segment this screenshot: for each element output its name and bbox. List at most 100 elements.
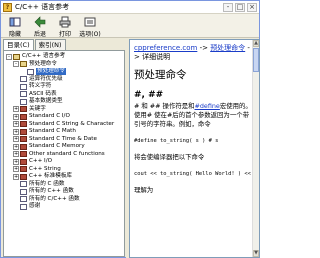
back-label: 后退 xyxy=(33,31,46,38)
back-button[interactable]: 后退 xyxy=(29,14,51,38)
contents-tree[interactable]: - C/C++ 语言参考 - 预处理命令 预处理命令 运算符优先级 转义字符 ASCII 码表… xyxy=(3,50,125,257)
open-book-icon xyxy=(20,61,27,68)
tree-item-label: 基本数据类型 xyxy=(29,98,63,105)
tree-item[interactable]: + C++ 标准模板库 xyxy=(4,173,124,181)
tree-item[interactable]: 预处理命令 xyxy=(4,68,124,76)
topic-page-icon xyxy=(20,203,27,210)
help-window: ? C/C++ 语言参考 - □ × 隐藏 后退 打印 选项(O) 目录(C) … xyxy=(0,0,260,258)
maximize-button[interactable]: □ xyxy=(235,2,245,12)
breadcrumb-site-link[interactable]: cppreference.com xyxy=(134,44,197,52)
tree-item-label: 所有的 C 函数 xyxy=(29,180,65,187)
expand-icon[interactable]: + xyxy=(13,166,19,173)
topic-page-icon xyxy=(20,83,27,90)
tree-item[interactable]: 基本数据类型 xyxy=(4,98,124,106)
description-text-start: # 和 ## 操作符是和 xyxy=(134,102,195,110)
collapse-icon[interactable]: - xyxy=(6,53,12,60)
topic-page-icon xyxy=(20,76,27,83)
topic-page-icon xyxy=(27,68,34,75)
tree-item[interactable]: + C++ String xyxy=(4,166,124,174)
description-paragraph: # 和 ## 操作符是和#define宏使用的。使用# 使在#后的首个参数返回为… xyxy=(134,102,252,129)
tree-item[interactable]: + C++ I/O xyxy=(4,158,124,166)
scroll-thumb[interactable] xyxy=(253,48,259,72)
breadcrumb: cppreference.com -> 预处理命令 -> 详细说明 xyxy=(134,44,252,62)
closed-book-icon xyxy=(20,106,27,113)
expand-icon[interactable]: + xyxy=(13,106,19,113)
tree-item[interactable]: - C/C++ 语言参考 xyxy=(4,53,124,61)
tree-item[interactable]: ASCII 码表 xyxy=(4,91,124,99)
tree-item[interactable]: + Standard C Memory xyxy=(4,143,124,151)
expand-icon[interactable]: + xyxy=(13,121,19,128)
tree-item[interactable]: + Standard C String & Character xyxy=(4,121,124,129)
define-link[interactable]: #define xyxy=(195,102,220,110)
tree-item-label: C/C++ 语言参考 xyxy=(22,53,66,60)
expand-icon[interactable]: + xyxy=(13,136,19,143)
tree-item[interactable]: - 预处理命令 xyxy=(4,61,124,69)
tree-item[interactable]: 转义字符 xyxy=(4,83,124,91)
tree-item[interactable]: + Standard C Time & Date xyxy=(4,136,124,144)
tree-item-label: Standard C Math xyxy=(29,128,76,135)
code-example-cout: cout << to_string( Hello World! ) << end… xyxy=(134,171,260,177)
tree-item[interactable]: + 关键字 xyxy=(4,106,124,114)
tree-item-label: 预处理命令 xyxy=(36,68,66,76)
topic-body: cppreference.com -> 预处理命令 -> 详细说明 预处理命令 … xyxy=(134,42,260,195)
hide-button[interactable]: 隐藏 xyxy=(4,14,26,38)
section-heading: #, ## xyxy=(134,90,164,100)
expand-icon[interactable]: + xyxy=(13,113,19,120)
expand-icon[interactable]: + xyxy=(13,143,19,150)
tree-item[interactable]: 所有的 C++ 函数 xyxy=(4,188,124,196)
title-bar[interactable]: ? C/C++ 语言参考 - □ × xyxy=(1,1,259,14)
tree-item[interactable]: 运算符优先级 xyxy=(4,76,124,84)
back-arrow-icon xyxy=(34,16,46,28)
tree-item-label: Standard C Memory xyxy=(29,143,85,150)
closed-book-icon xyxy=(20,166,27,173)
expand-icon[interactable]: + xyxy=(13,128,19,135)
result-paragraph: 理解为 xyxy=(134,186,154,194)
tree-item[interactable]: 感谢 xyxy=(4,203,124,211)
breadcrumb-separator: -> xyxy=(197,44,211,52)
breadcrumb-preprocessor-link[interactable]: 预处理命令 xyxy=(210,44,245,52)
print-button[interactable]: 打印 xyxy=(54,14,76,38)
page-title: 预处理命令 xyxy=(134,69,187,81)
options-button[interactable]: 选项(O) xyxy=(79,14,101,38)
topic-page-icon xyxy=(20,181,27,188)
tree-item-label: Other standard C functions xyxy=(29,150,105,157)
tree-item-label: 关键字 xyxy=(29,105,46,112)
scroll-down-icon[interactable]: ▼ xyxy=(253,250,259,257)
content-scrollbar[interactable]: ▲ ▼ xyxy=(252,40,259,257)
expand-icon[interactable]: + xyxy=(13,151,19,158)
collapse-icon[interactable]: - xyxy=(13,61,19,68)
tree-item-label: ASCII 码表 xyxy=(29,90,57,97)
topic-page-icon xyxy=(20,188,27,195)
expand-icon[interactable]: + xyxy=(13,158,19,165)
hide-label: 隐藏 xyxy=(8,31,21,38)
navigation-pane: 目录(C) 索引(N) - C/C++ 语言参考 - 预处理命令 预处理命令 运算符优先级… xyxy=(3,39,125,257)
tab-index[interactable]: 索引(N) xyxy=(34,39,66,50)
close-button[interactable]: × xyxy=(247,2,257,12)
minimize-button[interactable]: - xyxy=(223,2,233,12)
tree-item[interactable]: + Standard C I/O xyxy=(4,113,124,121)
tree-item[interactable]: 所有的 C/C++ 函数 xyxy=(4,196,124,204)
help-app-icon: ? xyxy=(3,2,12,12)
topic-page-icon xyxy=(20,91,27,98)
tree-item[interactable]: 所有的 C 函数 xyxy=(4,181,124,189)
closed-book-icon xyxy=(20,143,27,150)
closed-book-icon xyxy=(20,121,27,128)
tree-item[interactable]: + Standard C Math xyxy=(4,128,124,136)
tree-item[interactable]: + Other standard C functions xyxy=(4,151,124,159)
scroll-up-icon[interactable]: ▲ xyxy=(253,40,259,47)
explanation-paragraph: 将会使编译器把以下命令 xyxy=(134,153,205,161)
options-label: 选项(O) xyxy=(79,31,101,38)
expand-icon[interactable]: + xyxy=(13,173,19,180)
closed-book-icon xyxy=(20,136,27,143)
closed-book-icon xyxy=(20,113,27,120)
closed-book-icon xyxy=(20,128,27,135)
topic-page-icon xyxy=(20,196,27,203)
